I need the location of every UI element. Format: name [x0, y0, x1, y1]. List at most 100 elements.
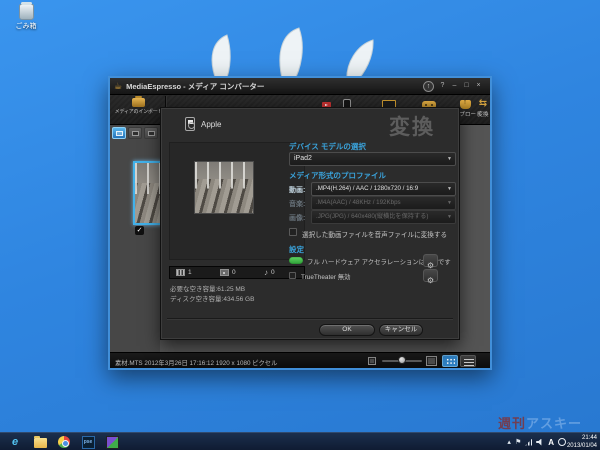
taskbar-pse-button[interactable]: pse: [81, 435, 95, 449]
help-button[interactable]: ?: [439, 80, 446, 92]
taskbar-chrome-button[interactable]: [57, 435, 71, 449]
selected-check-icon[interactable]: ✓: [135, 226, 144, 235]
large-thumbnail-icon: [426, 356, 437, 366]
video-count: 1: [188, 269, 192, 276]
train-preview-image: [195, 162, 253, 213]
media-counts-bar: 1 0 ♪ 0: [169, 266, 305, 279]
apple-device-icon: [185, 117, 195, 131]
hardware-acceleration-settings-button[interactable]: ⚙: [423, 254, 438, 270]
image-profile-value: .JPG(JPG) / 640x480(縦横比を保持する): [316, 213, 429, 220]
chevron-down-icon: ▼: [447, 214, 452, 220]
gear-icon: ⚙: [426, 276, 435, 285]
photo-filter-icon: [148, 131, 155, 136]
recycle-bin-icon[interactable]: [18, 2, 34, 20]
filter-photo-button[interactable]: [144, 127, 158, 139]
taskbar-ie-button[interactable]: e: [8, 435, 22, 449]
chrome-icon: [58, 436, 70, 448]
conversion-settings-dialog: 変換 Apple 1 0 ♪ 0 必要な空き容量:61.25 MB ディスク空き…: [160, 107, 460, 340]
cancel-button[interactable]: キャンセル: [379, 324, 423, 336]
internet-explorer-icon: e: [11, 435, 19, 448]
upgrade-icon[interactable]: ↑: [423, 80, 434, 92]
system-tray: ▴ ⚑ A: [507, 433, 566, 450]
desktop: ごみ箱 週刊アスキー ☕ MediaEspresso - メディア コンバーター…: [0, 0, 600, 450]
media-app-icon: [105, 435, 119, 449]
wallpaper-flower-petals: [211, 27, 374, 83]
device-brand-label: Apple: [201, 120, 222, 129]
image-profile-select: .JPG(JPG) / 640x480(縦横比を保持する) ▼: [311, 210, 456, 224]
music-note-icon: ♪: [264, 267, 268, 277]
truetheater-checkbox[interactable]: [289, 272, 296, 279]
taskbar-explorer-button[interactable]: [33, 435, 47, 449]
media-preview: [194, 161, 254, 214]
hardware-acceleration-toggle[interactable]: [289, 257, 303, 264]
chevron-down-icon: ▼: [447, 200, 452, 206]
app-logo-icon: ☕: [114, 80, 123, 91]
tray-app-icon[interactable]: [558, 438, 566, 446]
close-button[interactable]: ×: [475, 80, 482, 92]
dialog-footer-divider: [167, 318, 453, 319]
profile-section-label: メディア形式のプロファイル: [289, 171, 386, 180]
video-filter-icon: [132, 131, 139, 136]
audio-row-label: 音楽:: [289, 201, 306, 208]
video-profile-select[interactable]: .MP4(H.264) / AAC / 1280x720 / 16:9 ▼: [311, 182, 456, 196]
watermark-red-text: 週刊: [498, 416, 527, 431]
volume-icon[interactable]: [536, 438, 542, 446]
taskbar-clock[interactable]: 21:44 2013/01/04: [567, 435, 597, 450]
taskbar: e pse ▴ ⚑ A 21:44 2013/01/04: [0, 432, 600, 450]
small-thumbnail-icon: [368, 357, 376, 365]
film-icon: [176, 269, 185, 276]
chevron-down-icon: ▼: [447, 156, 452, 162]
required-space-text: 必要な空き容量:61.25 MB: [170, 286, 246, 293]
file-explorer-icon: [33, 436, 47, 448]
photo-count-group: 0: [220, 269, 236, 276]
video-profile-value: .MP4(H.264) / AAC / 1280x720 / 16:9: [316, 185, 419, 192]
filter-all-button[interactable]: [112, 127, 126, 139]
window-statusbar: 素材.MTS 2012年3月26日 17:16:12 1920 x 1080 ピ…: [110, 352, 490, 368]
tray-chevron-up-icon[interactable]: ▴: [507, 439, 511, 446]
action-center-flag-icon[interactable]: ⚑: [515, 439, 521, 446]
taskbar-app-button[interactable]: [105, 435, 119, 449]
chevron-down-icon: ▼: [447, 186, 452, 192]
truetheater-settings-button[interactable]: ⚙: [423, 269, 438, 285]
device-model-value: iPad2: [294, 155, 312, 162]
clock-time: 21:44: [581, 435, 597, 441]
media-info-text: 素材.MTS 2012年3月26日 17:16:12 1920 x 1080 ピ…: [115, 360, 278, 367]
video-count-group: 1: [176, 269, 192, 276]
slider-handle[interactable]: [398, 356, 406, 364]
upload-icon: [459, 99, 471, 109]
device-model-section-label: デバイス モデルの選択: [289, 142, 366, 151]
list-view-button[interactable]: [460, 355, 476, 367]
music-count: 0: [271, 269, 275, 276]
magazine-watermark: 週刊アスキー: [498, 413, 582, 432]
ime-language-indicator[interactable]: A: [548, 438, 554, 447]
filter-video-button[interactable]: [128, 127, 142, 139]
recycle-bin[interactable]: ごみ箱: [10, 2, 42, 31]
disk-space-text: ディスク空き容量:434.56 GB: [170, 296, 255, 303]
import-media-label: メディアのインポート: [114, 109, 163, 115]
list-view-icon: [464, 359, 474, 366]
music-count-group: ♪ 0: [264, 267, 275, 277]
audio-profile-select: .M4A(AAC) / 48KHz / 192Kbps ▼: [311, 196, 456, 210]
recycle-bin-label: ごみ箱: [15, 23, 37, 30]
window-titlebar[interactable]: ☕ MediaEspresso - メディア コンバーター ↑ ? – □ ×: [110, 78, 490, 95]
mediaespresso-window: ☕ MediaEspresso - メディア コンバーター ↑ ? – □ × …: [108, 76, 492, 370]
convert-to-audio-label: 選択した動画ファイルを音声ファイルに変換する: [302, 232, 448, 239]
watermark-light-text: アスキー: [526, 416, 583, 431]
network-icon[interactable]: [525, 438, 533, 446]
video-row-label: 動画:: [289, 187, 306, 194]
media-library-panel: [110, 125, 162, 352]
convert-button[interactable]: ⇆ 変換: [476, 98, 490, 119]
device-model-select[interactable]: iPad2 ▼: [289, 152, 456, 166]
window-title: MediaEspresso - メディア コンバーター: [126, 81, 265, 91]
minimize-button[interactable]: –: [451, 80, 458, 92]
convert-to-audio-checkbox[interactable]: [289, 228, 297, 236]
clock-date: 2013/01/04: [566, 442, 597, 449]
convert-arrows-icon: ⇆: [478, 98, 488, 109]
grid-view-button[interactable]: [442, 355, 458, 367]
photo-icon: [220, 269, 229, 276]
ok-button[interactable]: OK: [319, 324, 375, 336]
pse-icon: pse: [81, 435, 95, 449]
audio-profile-value: .M4A(AAC) / 48KHz / 192Kbps: [316, 199, 401, 206]
restore-button[interactable]: □: [463, 80, 470, 92]
import-media-button[interactable]: メディアのインポート: [112, 96, 166, 123]
